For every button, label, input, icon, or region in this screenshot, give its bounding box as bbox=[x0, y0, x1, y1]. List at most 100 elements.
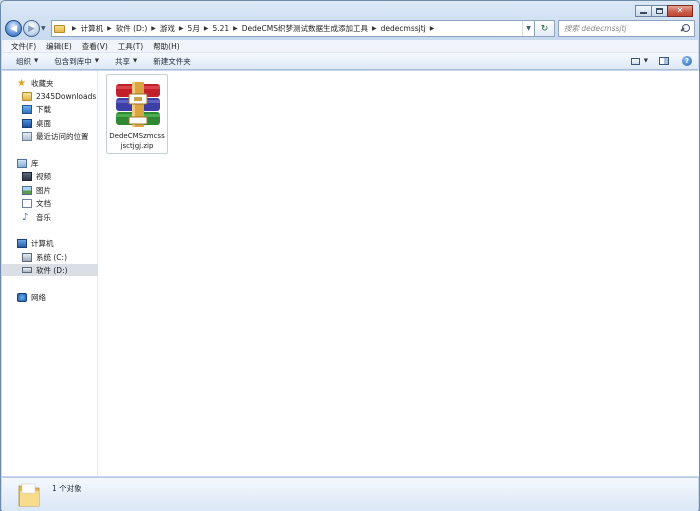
arrow-left-icon: ◀ bbox=[10, 23, 17, 34]
address-bar[interactable]: ▶ 计算机 ▶ 软件 (D:) ▶ 游戏 ▶ 5月 ▶ 5.21 ▶ DedeC… bbox=[51, 20, 535, 37]
nav-computer[interactable]: 计算机 bbox=[17, 237, 54, 249]
nav-item-desktop[interactable]: 桌面 bbox=[22, 117, 51, 129]
nav-item-label: 桌面 bbox=[36, 118, 51, 128]
breadcrumb-chevron-icon[interactable]: ▶ bbox=[107, 25, 112, 32]
nav-network[interactable]: 网络 bbox=[17, 291, 46, 303]
close-icon: ✕ bbox=[676, 6, 684, 15]
nav-item-music[interactable]: ♪ 音乐 bbox=[22, 211, 51, 223]
view-controls: ▼ ? bbox=[630, 56, 692, 66]
breadcrumb-5-21[interactable]: 5.21 bbox=[212, 24, 229, 33]
search-icon[interactable] bbox=[681, 24, 690, 33]
nav-item-recent-places[interactable]: 最近访问的位置 bbox=[22, 130, 89, 142]
nav-item-label: 图片 bbox=[36, 185, 51, 195]
nav-item-downloads[interactable]: 下载 bbox=[22, 103, 51, 115]
nav-item-documents[interactable]: 文档 bbox=[22, 197, 51, 209]
address-controls: ▼ bbox=[522, 21, 534, 36]
organize-button[interactable]: 组织 ▼ bbox=[16, 56, 38, 67]
menu-view[interactable]: 查看(V) bbox=[82, 41, 108, 52]
file-name-line: jsctjgj.zip bbox=[120, 141, 154, 150]
nav-favorites[interactable]: ★ 收藏夹 bbox=[17, 77, 54, 89]
nav-item-2345downloads[interactable]: 2345Downloads bbox=[22, 90, 96, 102]
menu-bar: 文件(F) 编辑(E) 查看(V) 工具(T) 帮助(H) bbox=[2, 40, 698, 53]
dropdown-arrow-icon: ▼ bbox=[94, 58, 99, 64]
breadcrumb-drive-d[interactable]: 软件 (D:) bbox=[116, 23, 148, 34]
breadcrumb-chevron-icon[interactable]: ▶ bbox=[372, 25, 377, 32]
menu-help[interactable]: 帮助(H) bbox=[153, 41, 180, 52]
menu-edit[interactable]: 编辑(E) bbox=[46, 41, 72, 52]
winrar-archive-icon bbox=[116, 82, 160, 127]
breadcrumb-computer[interactable]: 计算机 bbox=[81, 23, 104, 34]
share-label: 共享 bbox=[114, 56, 130, 66]
include-in-library-button[interactable]: 包含到库中 ▼ bbox=[54, 56, 99, 67]
breadcrumb-chevron-icon[interactable]: ▶ bbox=[72, 25, 77, 32]
music-library-icon: ♪ bbox=[22, 211, 29, 223]
nav-libraries[interactable]: 库 bbox=[17, 157, 39, 169]
documents-library-icon bbox=[22, 198, 32, 208]
recent-pages-dropdown[interactable]: ▼ bbox=[41, 25, 49, 32]
star-icon: ★ bbox=[17, 77, 26, 89]
new-folder-button[interactable]: 新建文件夹 bbox=[153, 56, 191, 67]
nav-item-drive-c[interactable]: 系统 (C:) bbox=[22, 251, 67, 263]
video-library-icon bbox=[22, 171, 32, 181]
file-item-dedecms-zip[interactable]: DedeCMSzmcss jsctjgj.zip bbox=[106, 74, 168, 154]
file-name: DedeCMSzmcss jsctjgj.zip bbox=[107, 132, 167, 151]
menu-file[interactable]: 文件(F) bbox=[11, 41, 36, 52]
refresh-button[interactable]: ↻ bbox=[535, 20, 555, 37]
arrow-right-icon: ▶ bbox=[28, 23, 35, 34]
new-folder-label: 新建文件夹 bbox=[153, 56, 191, 66]
maximize-icon bbox=[656, 8, 663, 14]
dropdown-arrow-icon: ▼ bbox=[34, 58, 39, 64]
file-list-pane[interactable]: DedeCMSzmcss jsctjgj.zip bbox=[98, 71, 699, 476]
nav-item-drive-d[interactable]: 软件 (D:) bbox=[2, 264, 98, 276]
breadcrumb-games[interactable]: 游戏 bbox=[160, 23, 175, 34]
drive-icon bbox=[22, 267, 32, 273]
breadcrumb-chevron-icon[interactable]: ▶ bbox=[179, 25, 184, 32]
nav-computer-label: 计算机 bbox=[31, 238, 54, 248]
desktop-icon bbox=[22, 118, 32, 128]
close-button[interactable]: ✕ bbox=[667, 5, 693, 17]
breadcrumb-may[interactable]: 5月 bbox=[188, 23, 200, 34]
menu-tools[interactable]: 工具(T) bbox=[118, 41, 143, 52]
folder-icon bbox=[54, 24, 65, 33]
maximize-button[interactable] bbox=[651, 5, 668, 17]
computer-icon bbox=[17, 238, 27, 248]
minimize-button[interactable] bbox=[635, 5, 652, 17]
nav-favorites-label: 收藏夹 bbox=[31, 78, 54, 88]
details-pane: 1 个对象 bbox=[2, 477, 698, 511]
help-icon[interactable]: ? bbox=[682, 56, 692, 66]
nav-item-label: 系统 (C:) bbox=[36, 252, 67, 262]
nav-item-label: 文档 bbox=[36, 198, 51, 208]
breadcrumb-dedecms-tool[interactable]: DedeCMS织梦测试数据生成添加工具 bbox=[242, 23, 368, 34]
view-options-dropdown[interactable]: ▼ bbox=[644, 58, 648, 64]
back-button[interactable]: ◀ bbox=[5, 20, 22, 37]
nav-item-pictures[interactable]: 图片 bbox=[22, 184, 51, 196]
share-button[interactable]: 共享 ▼ bbox=[115, 56, 137, 67]
network-icon bbox=[17, 292, 27, 302]
nav-item-label: 音乐 bbox=[36, 212, 51, 222]
breadcrumb-chevron-icon[interactable]: ▶ bbox=[233, 25, 238, 32]
nav-item-videos[interactable]: 视频 bbox=[22, 170, 51, 182]
nav-item-label: 视频 bbox=[36, 171, 51, 181]
nav-network-label: 网络 bbox=[31, 292, 46, 302]
breadcrumb-chevron-icon[interactable]: ▶ bbox=[151, 25, 156, 32]
change-view-icon[interactable] bbox=[630, 57, 640, 65]
explorer-window: ✕ ◀ ▶ ▼ ▶ 计算机 ▶ 软件 (D:) ▶ 游戏 ▶ 5月 ▶ 5.21… bbox=[0, 0, 700, 511]
minimize-icon bbox=[640, 12, 647, 14]
search-box[interactable]: 搜索 dedecmssjtj bbox=[558, 20, 695, 37]
forward-button[interactable]: ▶ bbox=[23, 20, 40, 37]
breadcrumb-chevron-icon[interactable]: ▶ bbox=[430, 25, 435, 32]
breadcrumb-chevron-icon[interactable]: ▶ bbox=[204, 25, 209, 32]
nav-item-label: 2345Downloads bbox=[36, 91, 97, 101]
breadcrumb-dedecmssjtj[interactable]: dedecmssjtj bbox=[381, 24, 426, 33]
item-count: 1 个对象 bbox=[52, 484, 82, 493]
include-in-library-label: 包含到库中 bbox=[54, 56, 92, 66]
library-icon bbox=[17, 158, 27, 168]
pictures-library-icon bbox=[22, 185, 32, 195]
navigation-row: ◀ ▶ ▼ ▶ 计算机 ▶ 软件 (D:) ▶ 游戏 ▶ 5月 ▶ 5.21 ▶… bbox=[5, 19, 695, 38]
refresh-icon: ↻ bbox=[540, 23, 549, 34]
organize-label: 组织 bbox=[16, 56, 31, 66]
address-history-dropdown[interactable]: ▼ bbox=[522, 21, 534, 36]
preview-pane-icon[interactable] bbox=[659, 57, 669, 65]
folder-icon bbox=[22, 91, 32, 101]
command-bar: 组织 ▼ 包含到库中 ▼ 共享 ▼ 新建文件夹 ▼ ? bbox=[2, 53, 698, 70]
